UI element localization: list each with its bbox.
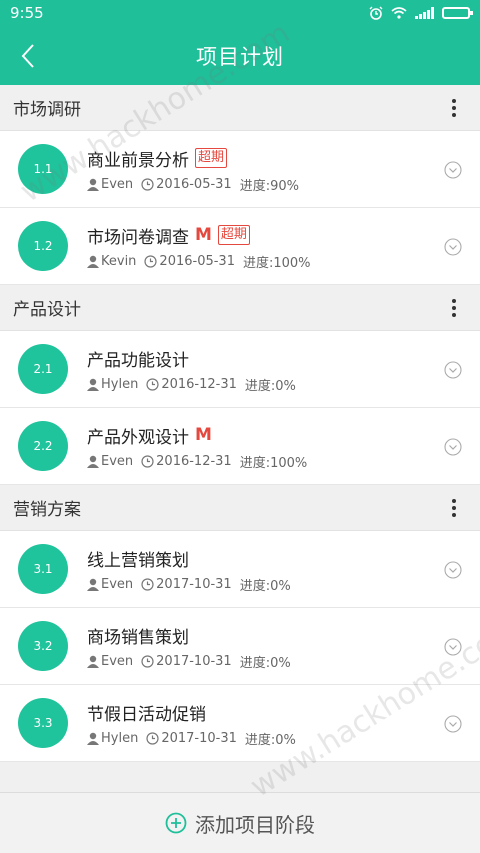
clock-icon [144, 255, 158, 268]
task-owner: Hylen [101, 377, 139, 392]
clock-icon [141, 578, 154, 591]
task-owner: Even [101, 577, 134, 592]
task-number-badge: 3.2 [18, 621, 68, 671]
task-number-badge: 3.3 [18, 698, 68, 748]
task-progress: 进度:0% [244, 379, 296, 394]
chevron-down-circle-icon [444, 638, 462, 656]
task-date: 2016-05-31 [156, 177, 232, 192]
task-number-badge: 2.2 [18, 421, 68, 471]
task-progress: 进度:0% [239, 579, 291, 594]
overdue-tag: 超期 [195, 148, 228, 168]
section-header: 产品设计 [0, 285, 480, 331]
task-row[interactable]: 1.1 商业前景分析 超期 Even 2016-05-31 进度:90% [0, 131, 480, 208]
expand-button[interactable] [444, 638, 462, 656]
task-number-badge: 1.1 [18, 144, 68, 194]
task-row[interactable]: 3.1 线上营销策划 Even 2017-10-31 进度:0% [0, 531, 480, 608]
battery-icon [442, 7, 473, 19]
add-stage-label: 添加项目阶段 [195, 812, 315, 837]
task-date: 2017-10-31 [161, 731, 237, 746]
task-owner: Even [101, 454, 134, 469]
chevron-down-circle-icon [444, 161, 462, 179]
chevron-down-circle-icon [444, 438, 462, 456]
section-title: 市场调研 [13, 100, 81, 120]
user-icon [87, 255, 99, 268]
task-progress: 进度:90% [239, 179, 299, 194]
section-more-button[interactable] [442, 493, 466, 523]
task-title: 节假日活动促销 [87, 704, 206, 725]
task-row[interactable]: 3.3 节假日活动促销 Hylen 2017-10-31 进度:0% [0, 685, 480, 762]
task-row[interactable]: 2.1 产品功能设计 Hylen 2016-12-31 进度:0% [0, 331, 480, 408]
expand-button[interactable] [444, 161, 462, 179]
signal-icon [415, 7, 434, 19]
section-more-button[interactable] [442, 93, 466, 123]
plus-circle-icon [165, 812, 187, 834]
task-owner: Kevin [101, 254, 137, 269]
expand-button[interactable] [444, 715, 462, 733]
task-date: 2017-10-31 [156, 577, 232, 592]
task-owner: Even [101, 177, 134, 192]
clock-icon [141, 655, 154, 668]
add-stage-button[interactable]: 添加项目阶段 [0, 792, 480, 853]
user-icon [87, 578, 99, 591]
expand-button[interactable] [444, 238, 462, 256]
clock-icon [146, 732, 159, 745]
task-number-badge: 2.1 [18, 344, 68, 394]
chevron-down-circle-icon [444, 361, 462, 379]
task-date: 2016-12-31 [161, 377, 237, 392]
status-time: 9:55 [10, 4, 44, 22]
expand-button[interactable] [444, 361, 462, 379]
app-bar: 项目计划 [0, 26, 480, 85]
back-button[interactable] [8, 36, 48, 76]
task-owner: Hylen [101, 731, 139, 746]
task-date: 2017-10-31 [156, 654, 232, 669]
chevron-left-icon [21, 44, 34, 68]
section-more-button[interactable] [442, 293, 466, 323]
task-title: 市场问卷调查 [87, 227, 189, 248]
task-progress: 进度:100% [242, 256, 311, 271]
overdue-tag: 超期 [217, 225, 250, 245]
chevron-down-circle-icon [444, 715, 462, 733]
milestone-marker: M [195, 425, 212, 445]
task-progress: 进度:0% [244, 733, 296, 748]
user-icon [87, 455, 99, 468]
task-progress: 进度:100% [239, 456, 308, 471]
section-title: 营销方案 [13, 500, 81, 520]
clock-icon [141, 178, 154, 191]
task-row[interactable]: 2.2 产品外观设计 M Even 2016-12-31 进度:100% [0, 408, 480, 485]
task-title: 产品功能设计 [87, 350, 189, 371]
task-row[interactable]: 3.2 商场销售策划 Even 2017-10-31 进度:0% [0, 608, 480, 685]
task-number-badge: 3.1 [18, 544, 68, 594]
status-bar: 9:55 [0, 0, 480, 26]
wifi-icon [391, 7, 407, 19]
task-progress: 进度:0% [239, 656, 291, 671]
chevron-down-circle-icon [444, 561, 462, 579]
user-icon [87, 732, 99, 745]
alarm-icon [369, 6, 383, 20]
expand-button[interactable] [444, 561, 462, 579]
status-icons [369, 6, 473, 20]
task-row[interactable]: 1.2 市场问卷调查 M 超期 Kevin 2016-05-31 进度:100% [0, 208, 480, 285]
milestone-marker: M [195, 225, 212, 245]
task-number-badge: 1.2 [18, 221, 68, 271]
section-title: 产品设计 [13, 300, 81, 320]
task-owner: Even [101, 654, 134, 669]
user-icon [87, 378, 99, 391]
task-title: 商场销售策划 [87, 627, 189, 648]
task-title: 商业前景分析 [87, 150, 189, 171]
clock-icon [141, 455, 154, 468]
user-icon [87, 655, 99, 668]
task-date: 2016-05-31 [159, 254, 235, 269]
user-icon [87, 178, 99, 191]
task-title: 产品外观设计 [87, 427, 189, 448]
expand-button[interactable] [444, 438, 462, 456]
task-date: 2016-12-31 [156, 454, 232, 469]
clock-icon [146, 378, 159, 391]
section-header: 营销方案 [0, 485, 480, 531]
page-title: 项目计划 [196, 44, 284, 69]
chevron-down-circle-icon [444, 238, 462, 256]
task-list: 市场调研 1.1 商业前景分析 超期 Even 2016-05-31 进度:90… [0, 85, 480, 762]
task-title: 线上营销策划 [87, 550, 189, 571]
section-header: 市场调研 [0, 85, 480, 131]
